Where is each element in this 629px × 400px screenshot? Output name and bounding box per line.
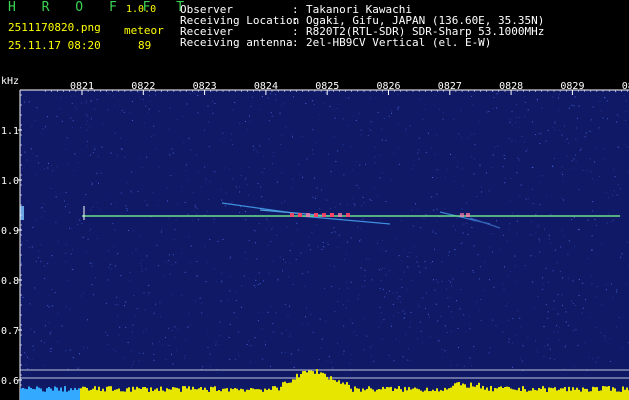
x-tick-label: 0830 bbox=[622, 81, 629, 92]
y-tick-label: 0.8 bbox=[1, 276, 19, 287]
y-axis-unit: kHz bbox=[1, 76, 19, 87]
spectrogram-area bbox=[20, 90, 629, 400]
y-tick-label: 1.1 bbox=[1, 126, 19, 137]
y-tick-label: 0.7 bbox=[1, 326, 19, 337]
spectrogram-plot: kHz1.11.00.90.80.70.6 0821 0822 0823 0824 08… bbox=[1, 76, 629, 400]
y-axis: kHz 1.1 1.0 0.9 0.8 0.7 0.6 bbox=[1, 76, 22, 400]
hrofft-window: H R O F F T 1.0.0 2511170820.png meteor … bbox=[0, 0, 629, 400]
y-tick-label: 0.9 bbox=[1, 226, 19, 237]
y-tick-label: 0.6 bbox=[1, 376, 19, 387]
y-tick-label: 1.0 bbox=[1, 176, 19, 187]
